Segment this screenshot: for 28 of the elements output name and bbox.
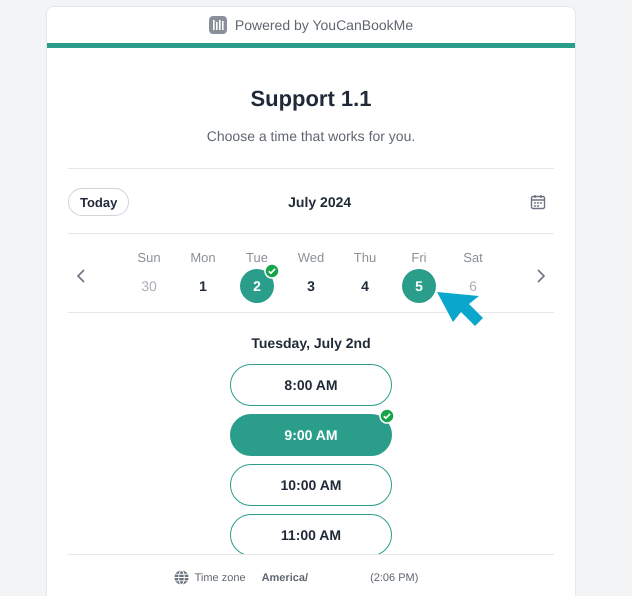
calendar-icon[interactable] [530, 194, 546, 210]
globe-icon [174, 570, 189, 585]
weekday-label: Sun [137, 250, 161, 264]
current-time-text: (2:06 PM) [370, 572, 418, 584]
time-zone-value[interactable]: America/ [262, 572, 308, 584]
date-button[interactable]: 1 [186, 268, 220, 302]
time-zone-label: Time zone [194, 572, 246, 584]
subtitle: Choose a time that works for you. [206, 128, 416, 144]
next-week-icon[interactable] [536, 268, 546, 284]
today-button[interactable]: Today [68, 188, 130, 216]
cursor-icon [437, 292, 485, 328]
weekday-label: Wed [298, 250, 324, 264]
weekday-label: Sat [463, 250, 483, 264]
time-slot-button[interactable]: 10:00 AM [230, 464, 392, 506]
weekday-label: Tue [246, 250, 268, 264]
previous-week-icon[interactable] [76, 268, 86, 284]
logo-icon [208, 16, 227, 34]
powered-by-text: Powered by YouCanBookMe [234, 17, 414, 33]
date-button[interactable]: 3 [294, 268, 328, 302]
weekday-label: Thu [354, 250, 376, 264]
month-label: July 2024 [288, 194, 352, 210]
page-title: Support 1.1 [249, 86, 372, 112]
weekday-label: Mon [190, 250, 216, 264]
time-slot-button[interactable]: 8:00 AM [230, 364, 392, 406]
time-slot-button[interactable]: 11:00 AM [230, 514, 392, 554]
date-button[interactable]: 4 [348, 268, 382, 302]
selected-day-heading: Tuesday, July 2nd [250, 335, 372, 351]
weekday-label: Fri [411, 250, 427, 264]
